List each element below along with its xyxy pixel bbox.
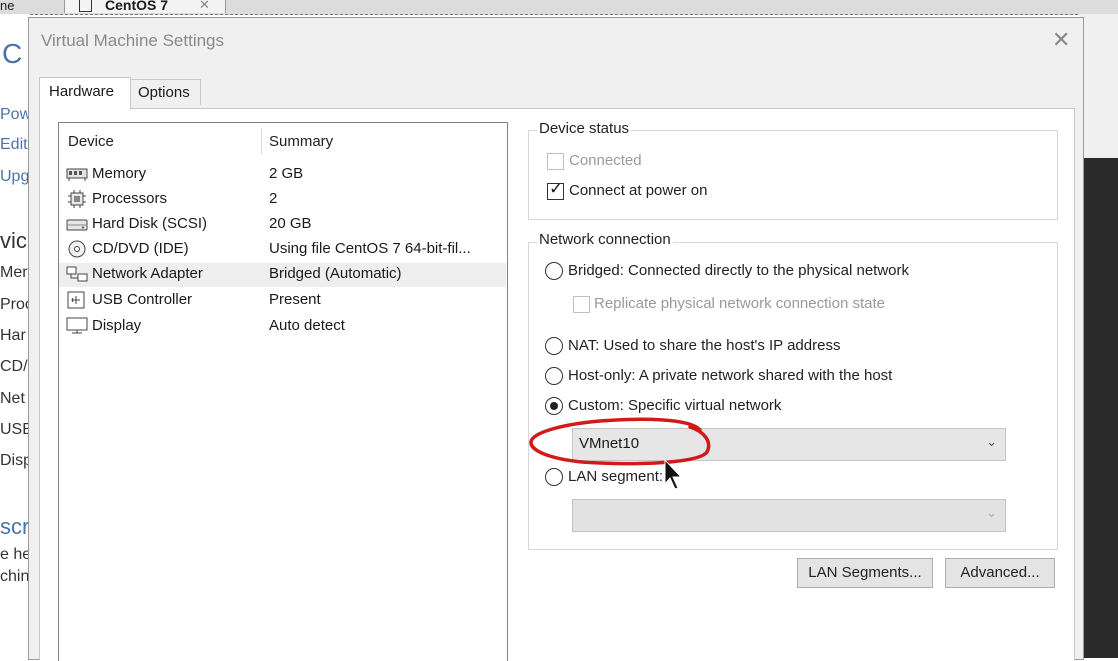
tab-close-icon[interactable]: ✕: [199, 0, 210, 13]
cd-dvd-icon: [68, 240, 86, 258]
host-only-radio[interactable]: [545, 367, 563, 385]
usb-controller-icon: [67, 291, 85, 309]
tab-options-label: Options: [138, 84, 190, 101]
device-list[interactable]: Device Summary Memory 2 GB Processors 2 …: [58, 122, 508, 661]
connected-checkbox[interactable]: [547, 153, 564, 170]
background-menu-fragment: ne: [0, 0, 15, 13]
chevron-down-icon: ⌄: [986, 434, 997, 449]
nat-radio[interactable]: [545, 337, 563, 355]
device-name: Processors: [92, 190, 168, 207]
device-column-header[interactable]: Device: [68, 133, 114, 150]
replicate-checkbox[interactable]: [573, 296, 590, 313]
device-name: USB Controller: [92, 291, 193, 308]
bg-frag: Net: [0, 390, 25, 407]
device-row-memory[interactable]: Memory 2 GB: [59, 163, 506, 187]
tab-options[interactable]: Options: [129, 79, 201, 105]
device-name: Display: [92, 317, 142, 334]
nat-label: NAT: Used to share the host's IP address: [568, 337, 841, 354]
tab-hardware[interactable]: Hardware: [39, 77, 131, 110]
bg-frag: chin: [0, 568, 30, 585]
bg-frag: Proc: [0, 296, 30, 313]
dialog-title: Virtual Machine Settings: [41, 31, 225, 50]
custom-network-value: VMnet10: [579, 435, 640, 452]
device-name: CD/DVD (IDE): [92, 240, 189, 257]
column-separator[interactable]: [261, 128, 262, 154]
device-summary: 2 GB: [269, 165, 304, 182]
bg-frag: Har: [0, 327, 26, 344]
tab-hardware-label: Hardware: [49, 83, 115, 100]
bridged-label: Bridged: Connected directly to the physi…: [568, 262, 910, 279]
device-row-hard-disk[interactable]: Hard Disk (SCSI) 20 GB: [59, 213, 506, 237]
custom-network-dropdown[interactable]: VMnet10 ⌄: [572, 428, 1006, 461]
device-status-title: Device status: [537, 120, 632, 137]
bg-frag: USB: [0, 421, 30, 438]
virtual-machine-settings-dialog: Virtual Machine Settings ✕ Hardware Opti…: [28, 17, 1084, 661]
device-row-display[interactable]: Display Auto detect: [59, 315, 506, 339]
bg-frag: scr: [0, 514, 30, 539]
lan-segment-radio[interactable]: [545, 468, 563, 486]
device-row-network-adapter[interactable]: Network Adapter Bridged (Automatic): [59, 263, 506, 287]
device-name: Hard Disk (SCSI): [92, 215, 208, 232]
background-vm-tab[interactable]: CentOS 7 ✕: [64, 0, 226, 13]
display-icon: [66, 317, 88, 334]
memory-icon: [66, 168, 88, 181]
bg-frag[interactable]: Edit: [0, 136, 28, 154]
chevron-down-icon: ⌄: [986, 505, 997, 520]
bg-frag: Disp: [0, 452, 30, 469]
host-only-label: Host-only: A private network shared with…: [568, 367, 893, 384]
background-right-dark: [1080, 158, 1118, 658]
device-row-cd-dvd[interactable]: CD/DVD (IDE) Using file CentOS 7 64-bit-…: [59, 238, 506, 262]
connected-label: Connected: [569, 152, 642, 169]
background-right-light: [1080, 14, 1118, 158]
lan-segments-button[interactable]: LAN Segments...: [797, 558, 933, 588]
vm-tab-title: CentOS 7: [105, 0, 169, 13]
close-icon[interactable]: ✕: [1052, 27, 1070, 53]
device-row-usb-controller[interactable]: USB Controller Present: [59, 289, 506, 313]
bridged-radio[interactable]: [545, 262, 563, 280]
device-summary: Using file CentOS 7 64-bit-fil...: [269, 240, 471, 257]
radio-dot: [550, 402, 558, 410]
device-summary: 20 GB: [269, 215, 312, 232]
bg-frag: e he: [0, 546, 30, 563]
bg-frag: vic: [0, 228, 27, 253]
bg-frag: C: [2, 38, 23, 69]
device-row-processors[interactable]: Processors 2: [59, 188, 506, 212]
connect-at-power-on-label: Connect at power on: [569, 182, 708, 199]
processor-icon: [68, 190, 86, 208]
device-name: Network Adapter: [92, 265, 203, 282]
network-adapter-icon: [66, 266, 88, 282]
replicate-label: Replicate physical network connection st…: [594, 295, 885, 312]
device-status-group: [528, 130, 1058, 220]
advanced-button[interactable]: Advanced...: [945, 558, 1055, 588]
hard-disk-icon: [66, 219, 88, 231]
bg-frag[interactable]: Pow: [0, 106, 30, 124]
background-tab-strip: ne CentOS 7 ✕: [0, 0, 1118, 15]
summary-column-header[interactable]: Summary: [269, 133, 333, 150]
device-summary: Auto detect: [269, 317, 345, 334]
bg-frag: Mer: [0, 264, 28, 281]
device-summary: 2: [269, 190, 278, 207]
bg-frag[interactable]: Upg: [0, 168, 29, 186]
device-name: Memory: [92, 165, 147, 182]
network-connection-title: Network connection: [537, 231, 673, 248]
connect-at-power-on-checkbox[interactable]: ✓: [547, 179, 564, 200]
background-sidebar: C Pow Edit Upg vic Mer Proc Har CD/ Net …: [0, 14, 30, 658]
custom-radio[interactable]: [545, 397, 563, 415]
device-summary: Present: [269, 291, 321, 308]
bg-frag: CD/: [0, 358, 28, 375]
vm-tab-icon: [79, 0, 92, 12]
checkmark-icon: ✓: [549, 179, 564, 198]
hardware-tab-panel: Device Summary Memory 2 GB Processors 2 …: [39, 108, 1075, 661]
custom-label: Custom: Specific virtual network: [568, 397, 782, 414]
device-summary: Bridged (Automatic): [269, 265, 402, 282]
lan-segment-dropdown[interactable]: ⌄: [572, 499, 1006, 532]
lan-segment-label: LAN segment:: [568, 468, 664, 485]
